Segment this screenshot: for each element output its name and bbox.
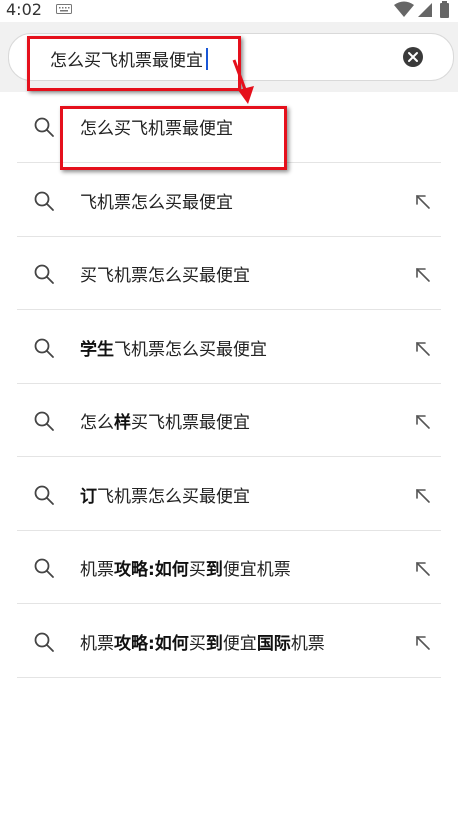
search-icon: [34, 338, 54, 358]
status-icons: [394, 1, 449, 18]
clear-icon[interactable]: [402, 46, 424, 68]
status-bar: 4:02: [0, 0, 458, 22]
suggestion-label: 机票攻略:如何买到便宜机票: [80, 560, 291, 580]
suggestion-item[interactable]: 学生飞机票怎么买最便宜: [0, 311, 458, 384]
arrow-up-left-icon[interactable]: [412, 411, 432, 431]
divider: [17, 676, 441, 678]
annotation-arrow: [232, 59, 254, 104]
suggestion-item[interactable]: 买飞机票怎么买最便宜: [0, 237, 458, 310]
suggestion-item[interactable]: 机票攻略:如何买到便宜国际机票: [0, 605, 458, 678]
suggestion-label: 订飞机票怎么买最便宜: [80, 486, 250, 507]
suggestion-label: 怎么样买飞机票最便宜: [80, 413, 250, 433]
battery-icon: [440, 1, 449, 18]
search-icon: [34, 117, 54, 137]
wifi-icon: [394, 1, 414, 17]
search-icon: [34, 264, 54, 284]
suggestion-item[interactable]: 机票攻略:如何买到便宜机票: [0, 531, 458, 604]
suggestion-item[interactable]: 订飞机票怎么买最便宜: [0, 458, 458, 531]
arrow-up-left-icon[interactable]: [412, 632, 432, 652]
suggestion-label: 买飞机票怎么买最便宜: [80, 266, 250, 286]
annotation-box-input: [27, 36, 241, 91]
suggestion-item[interactable]: 怎么样买飞机票最便宜: [0, 384, 458, 457]
arrow-up-left-icon[interactable]: [412, 191, 432, 211]
suggestion-item[interactable]: 飞机票怎么买最便宜: [0, 164, 458, 237]
signal-icon: [418, 3, 432, 17]
search-icon: [34, 485, 54, 505]
keyboard-icon: [56, 4, 72, 14]
arrow-up-left-icon[interactable]: [412, 558, 432, 578]
suggestion-label: 学生飞机票怎么买最便宜: [80, 339, 267, 360]
search-icon: [34, 411, 54, 431]
arrow-up-left-icon[interactable]: [412, 338, 432, 358]
search-icon: [34, 191, 54, 211]
search-icon: [34, 558, 54, 578]
arrow-up-left-icon[interactable]: [412, 264, 432, 284]
status-time: 4:02: [6, 0, 42, 19]
search-icon: [34, 632, 54, 652]
arrow-up-left-icon[interactable]: [412, 485, 432, 505]
annotation-box-suggestion: [60, 106, 287, 170]
suggestion-label: 机票攻略:如何买到便宜国际机票: [80, 633, 325, 654]
suggestion-label: 飞机票怎么买最便宜: [80, 192, 233, 213]
